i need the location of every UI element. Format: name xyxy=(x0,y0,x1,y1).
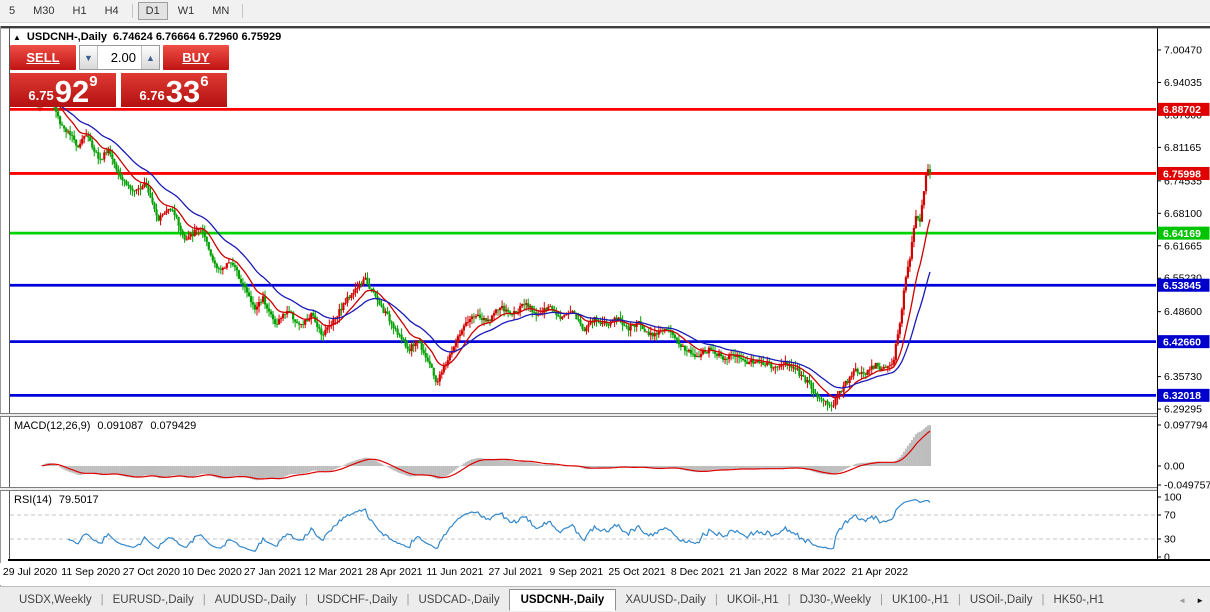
volume-input[interactable] xyxy=(98,46,141,69)
date-axis-label: 11 Jun 2021 xyxy=(426,566,483,578)
chart-tab-usoildaily[interactable]: USOil-,Daily xyxy=(961,590,1042,610)
chart-tab-dj30weekly[interactable]: DJ30-,Weekly xyxy=(791,590,880,610)
chart-tab-hk50h1[interactable]: HK50-,H1 xyxy=(1045,590,1114,610)
date-axis-label: 8 Dec 2021 xyxy=(671,566,725,578)
sell-price-button[interactable]: 6.75 92 9 xyxy=(10,73,116,107)
sell-price-base: 6.75 xyxy=(28,88,53,103)
svg-text:6.53845: 6.53845 xyxy=(1163,280,1201,292)
tab-scroll-arrows: ◄ ► xyxy=(1178,596,1210,605)
volume-increase-icon[interactable]: ▲ xyxy=(141,46,159,69)
chart-ohlc-values: 6.74624 6.76664 6.72960 6.75929 xyxy=(113,31,281,43)
macd-indicator-label: MACD(12,26,9) 0.091087 0.079429 xyxy=(14,420,196,432)
chart-tab-eurusddaily[interactable]: EURUSD-,Daily xyxy=(104,590,203,610)
date-axis-label: 27 Jul 2021 xyxy=(488,566,542,578)
macd-signal-value: 0.079429 xyxy=(150,420,196,432)
svg-text:6.42660: 6.42660 xyxy=(1163,336,1201,348)
svg-text:0: 0 xyxy=(1164,552,1170,564)
svg-text:6.94035: 6.94035 xyxy=(1164,77,1202,89)
date-axis-label: 29 Jul 2020 xyxy=(3,566,57,578)
svg-text:0.097794: 0.097794 xyxy=(1164,420,1208,432)
svg-text:6.32018: 6.32018 xyxy=(1163,390,1201,402)
date-axis-label: 9 Sep 2021 xyxy=(549,566,603,578)
date-axis-label: 11 Sep 2020 xyxy=(61,566,120,578)
chart-tab-usdcaddaily[interactable]: USDCAD-,Daily xyxy=(409,590,508,610)
volume-stepper: ▼ ▲ xyxy=(79,45,160,70)
date-axis-label: 28 Apr 2021 xyxy=(366,566,423,578)
date-axis-label: 21 Jan 2022 xyxy=(729,566,787,578)
svg-text:-0.049757: -0.049757 xyxy=(1164,480,1210,492)
date-axis: 29 Jul 2020 11 Sep 202027 Oct 202010 Dec … xyxy=(0,563,1210,585)
buy-price-button[interactable]: 6.76 33 6 xyxy=(121,73,227,107)
chart-tab-usdchfdaily[interactable]: USDCHF-,Daily xyxy=(308,590,407,610)
chart-tab-xauusddaily[interactable]: XAUUSD-,Daily xyxy=(616,590,715,610)
collapse-panel-icon[interactable]: ▲ xyxy=(13,33,21,42)
svg-text:6.61665: 6.61665 xyxy=(1164,240,1202,252)
svg-text:7.00470: 7.00470 xyxy=(1164,45,1202,57)
svg-text:6.88702: 6.88702 xyxy=(1163,104,1201,116)
chart-tab-uk100h1[interactable]: UK100-,H1 xyxy=(883,590,958,610)
svg-text:6.81165: 6.81165 xyxy=(1164,142,1201,154)
tab-scroll-left-icon[interactable]: ◄ xyxy=(1178,596,1186,605)
date-axis-label: 21 Apr 2022 xyxy=(851,566,908,578)
chart-tab-bar: USDX,Weekly|EURUSD-,Daily|AUDUSD-,Daily|… xyxy=(0,586,1210,612)
chart-title-line: ▲ USDCNH-,Daily 6.74624 6.76664 6.72960 … xyxy=(13,31,281,43)
svg-text:6.75998: 6.75998 xyxy=(1163,168,1201,180)
macd-main-value: 0.091087 xyxy=(97,420,143,432)
sell-price-point: 9 xyxy=(89,73,97,90)
svg-text:70: 70 xyxy=(1164,510,1176,522)
svg-text:6.35730: 6.35730 xyxy=(1164,371,1202,383)
tab-items: USDX,Weekly|EURUSD-,Daily|AUDUSD-,Daily|… xyxy=(10,589,1113,611)
svg-text:6.29295: 6.29295 xyxy=(1164,404,1202,416)
chart-tab-usdcnhdaily[interactable]: USDCNH-,Daily xyxy=(509,589,617,611)
buy-price-base: 6.76 xyxy=(139,88,164,103)
buy-price-point: 6 xyxy=(200,73,208,90)
svg-text:30: 30 xyxy=(1164,534,1176,546)
date-axis-label: 8 Mar 2022 xyxy=(793,566,846,578)
chart-symbol-title: USDCNH-,Daily xyxy=(27,31,107,43)
date-axis-label: 27 Oct 2020 xyxy=(123,566,180,578)
svg-text:6.48600: 6.48600 xyxy=(1164,306,1202,318)
sell-button[interactable]: SELL xyxy=(10,45,76,70)
buy-price-pips: 33 xyxy=(166,79,200,104)
date-axis-label: 10 Dec 2020 xyxy=(182,566,242,578)
chart-tab-audusddaily[interactable]: AUDUSD-,Daily xyxy=(206,590,305,610)
date-axis-label: 25 Oct 2021 xyxy=(608,566,665,578)
svg-text:100: 100 xyxy=(1164,492,1182,504)
volume-decrease-icon[interactable]: ▼ xyxy=(80,46,98,69)
svg-text:0.00: 0.00 xyxy=(1164,461,1185,473)
macd-name: MACD(12,26,9) xyxy=(14,420,90,432)
rsi-value: 79.5017 xyxy=(59,494,99,506)
mt4-workspace: 5M30H1H4D1W1MN 7.004706.940356.876006.81… xyxy=(0,0,1210,612)
chart-tab-usdxweekly[interactable]: USDX,Weekly xyxy=(10,590,101,610)
date-axis-label: 12 Mar 2021 xyxy=(304,566,363,578)
chart-tab-ukoilh1[interactable]: UKOil-,H1 xyxy=(718,590,788,610)
date-axis-label: 27 Jan 2021 xyxy=(244,566,302,578)
rsi-name: RSI(14) xyxy=(14,494,52,506)
svg-text:6.68100: 6.68100 xyxy=(1164,208,1202,220)
buy-button[interactable]: BUY xyxy=(163,45,229,70)
tab-scroll-right-icon[interactable]: ► xyxy=(1196,596,1204,605)
one-click-trade-panel: SELL ▼ ▲ BUY 6.75 92 9 6.76 33 6 xyxy=(10,45,229,107)
sell-price-pips: 92 xyxy=(55,79,89,104)
svg-text:6.64169: 6.64169 xyxy=(1163,228,1201,240)
rsi-indicator-label: RSI(14) 79.5017 xyxy=(14,494,99,506)
